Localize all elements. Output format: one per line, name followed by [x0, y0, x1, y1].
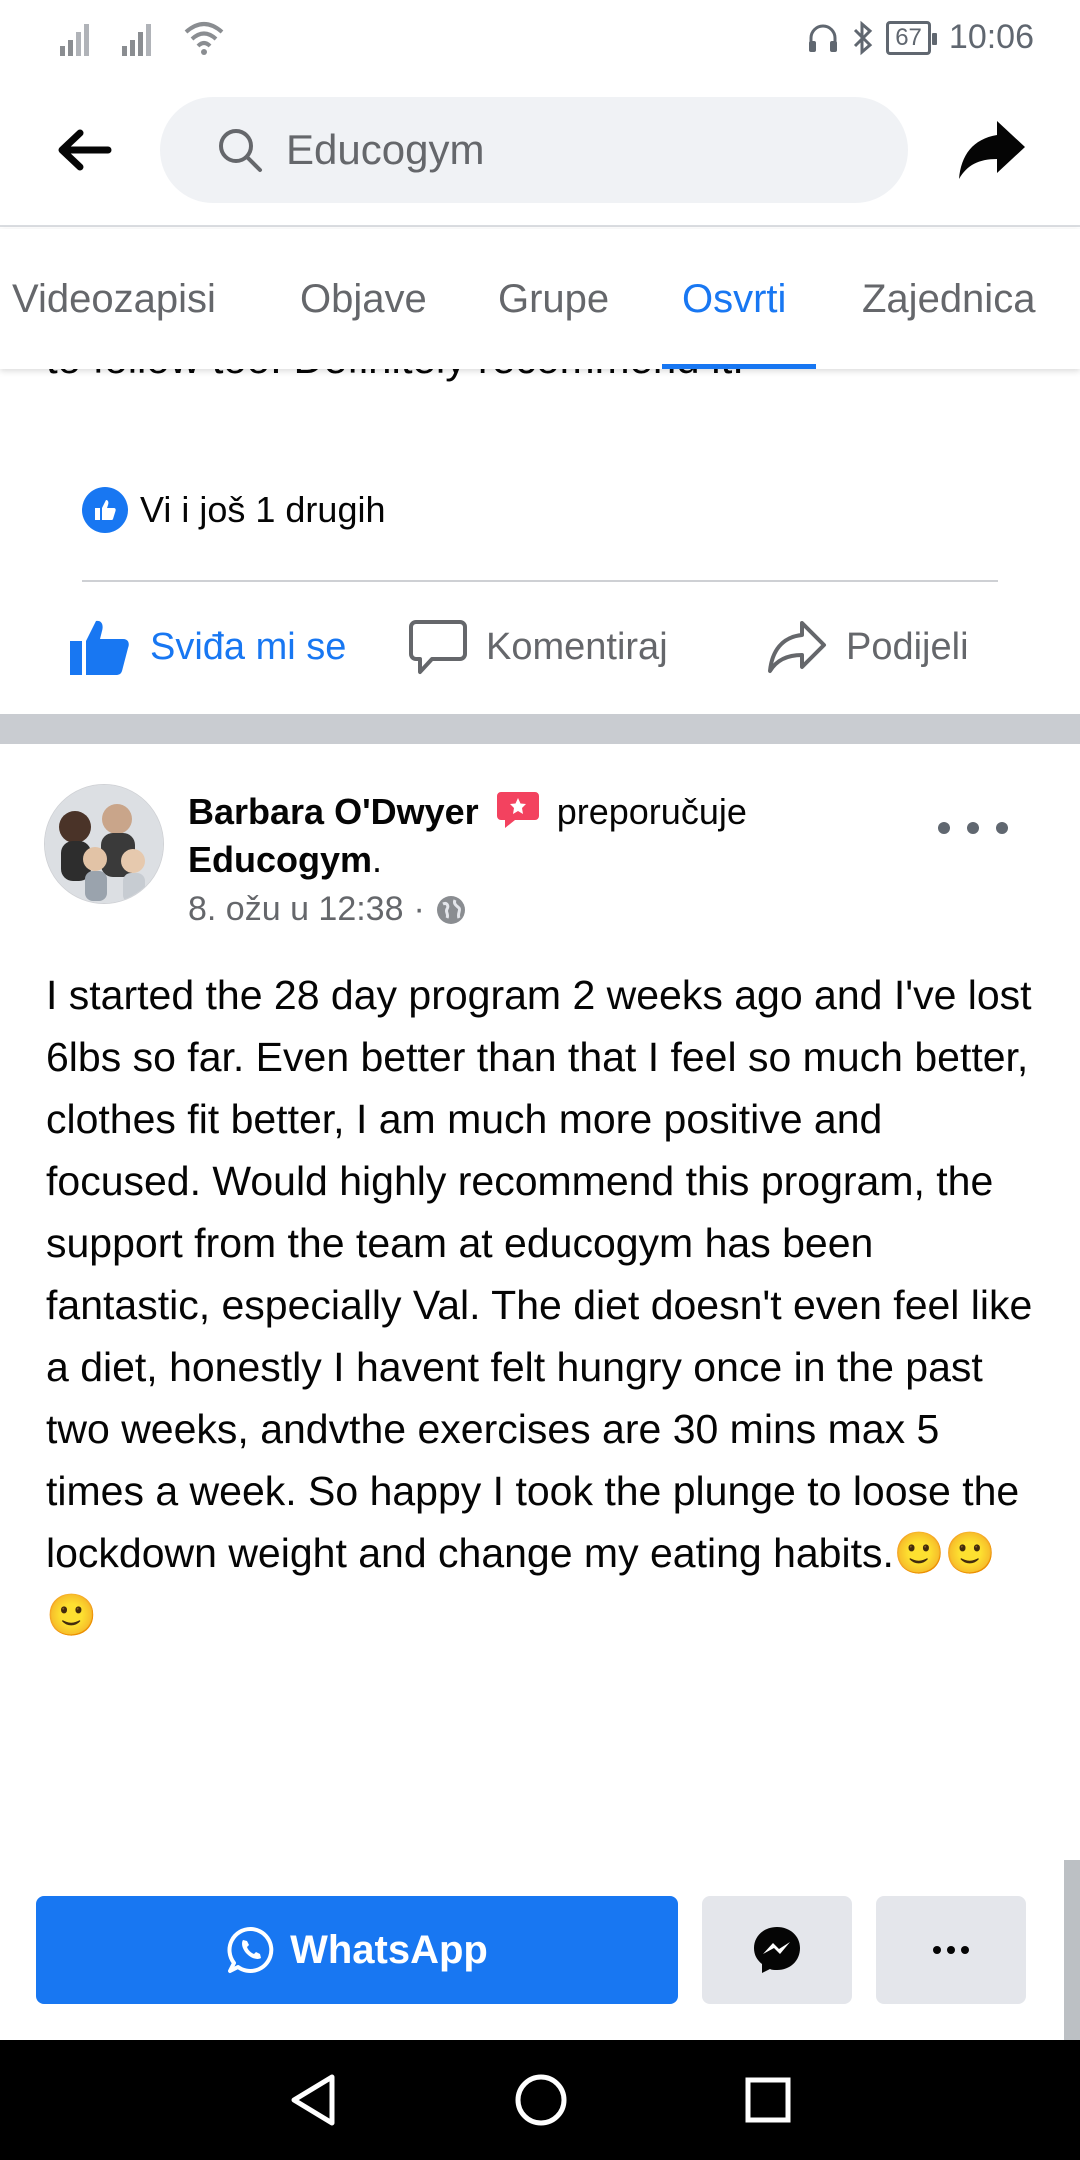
recommendation-icon: [496, 792, 539, 828]
tab-grupe[interactable]: Grupe: [498, 229, 609, 369]
share-post-button[interactable]: Podijeli: [766, 583, 969, 711]
messenger-button[interactable]: [702, 1896, 852, 2004]
dot: [961, 1946, 969, 1954]
thumbs-up-icon: [70, 620, 129, 675]
dot: [996, 822, 1008, 834]
comment-icon: [409, 620, 467, 674]
like-button[interactable]: Sviđa mi se: [68, 583, 346, 711]
post-separator: [0, 714, 1080, 744]
status-right: 67 10:06: [806, 18, 1034, 57]
headphones-icon: [809, 24, 838, 52]
like-label: Sviđa mi se: [150, 625, 347, 668]
back-nav-icon[interactable]: [288, 2073, 338, 2127]
share-bar: WhatsApp: [0, 1880, 1080, 2040]
previous-post: to follow too. Definitely recommend it. …: [0, 369, 1080, 714]
share-arrow-icon: [959, 121, 1025, 179]
comment-label: Komentiraj: [486, 625, 668, 668]
post-body: I started the 28 day program 2 weeks ago…: [46, 972, 1033, 1638]
tab-videozapisi[interactable]: Videozapisi: [12, 229, 216, 369]
back-button[interactable]: [38, 104, 130, 196]
top-bar: Educogym: [0, 75, 1080, 227]
meta-separator: ·: [413, 890, 425, 928]
tab-osvrti[interactable]: Osvrti: [661, 229, 818, 369]
recents-nav-icon[interactable]: [744, 2076, 792, 2124]
share-label: Podijeli: [846, 625, 969, 668]
home-nav-icon[interactable]: [514, 2073, 568, 2127]
author-name[interactable]: Barbara O'Dwyer: [188, 791, 479, 832]
review-post: Barbara O'Dwyer preporučuje Educogym. 8.…: [0, 744, 1080, 2040]
page-tabs: Videozapisi Objave Grupe Osvrti Zajednic…: [0, 229, 1080, 369]
reactions-summary[interactable]: Vi i još 1 drugih: [82, 487, 385, 533]
post-header: Barbara O'Dwyer preporučuje Educogym.: [188, 788, 888, 884]
page-name-suffix: .: [372, 839, 383, 880]
whatsapp-button[interactable]: WhatsApp: [36, 1896, 678, 2004]
tab-zajednica[interactable]: Zajednica: [862, 229, 1035, 369]
avatar[interactable]: [44, 784, 164, 904]
reactions-text: Vi i još 1 drugih: [140, 489, 386, 530]
scrollbar[interactable]: [1064, 1860, 1080, 2040]
back-arrow-icon: [58, 129, 112, 171]
whatsapp-label: WhatsApp: [290, 1927, 488, 1972]
bluetooth-icon: [854, 20, 873, 55]
dot: [938, 822, 950, 834]
signal-icon: [60, 23, 89, 56]
search-input[interactable]: Educogym: [160, 97, 908, 203]
system-navigation-bar: [0, 2040, 1080, 2160]
dot: [947, 1946, 955, 1954]
previous-post-text: to follow too. Definitely recommend it.: [46, 369, 744, 383]
status-left: [58, 18, 226, 58]
family-photo-icon: [45, 785, 163, 903]
more-share-options-button[interactable]: [876, 1896, 1026, 2004]
share-button[interactable]: [946, 104, 1038, 196]
search-icon: [219, 129, 262, 172]
divider: [82, 580, 998, 582]
comment-button[interactable]: Komentiraj: [408, 583, 668, 711]
search-query: Educogym: [286, 126, 485, 173]
post-timestamp[interactable]: 8. ožu u 12:38: [188, 890, 404, 929]
share-icon: [768, 621, 826, 673]
clock: 10:06: [948, 18, 1034, 56]
like-badge-icon: [82, 487, 128, 533]
dot: [967, 822, 979, 834]
more-options-button[interactable]: [938, 808, 1008, 848]
recommends-text: preporučuje: [556, 791, 747, 832]
post-actions: Sviđa mi se Komentiraj Podijeli: [0, 583, 1080, 711]
battery-indicator: 67: [886, 20, 937, 55]
page-name-link[interactable]: Educogym: [188, 839, 372, 880]
dot: [933, 1946, 941, 1954]
messenger-icon: [754, 1927, 800, 1973]
status-bar: 67 10:06: [0, 0, 1080, 75]
signal-icon: [122, 23, 151, 56]
wifi-icon: [184, 21, 224, 55]
tab-objave[interactable]: Objave: [300, 229, 427, 369]
post-meta: 8. ožu u 12:38 ·: [188, 890, 467, 929]
whatsapp-icon: [227, 1926, 274, 1973]
globe-icon: [436, 895, 465, 924]
